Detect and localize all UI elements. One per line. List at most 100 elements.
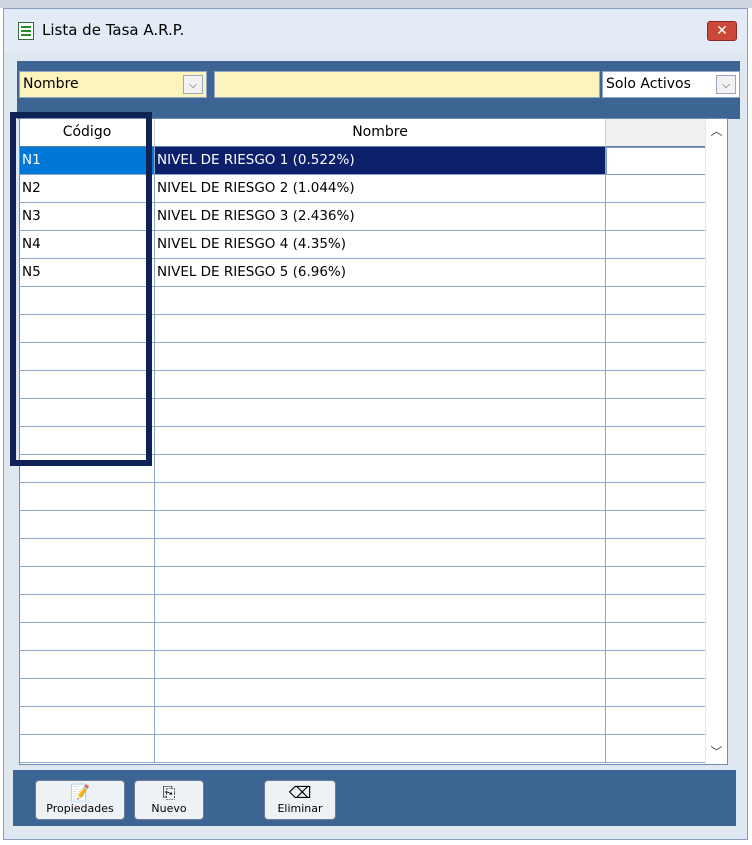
- table-cell-codigo[interactable]: [20, 427, 155, 455]
- table-cell-nombre[interactable]: [155, 455, 606, 483]
- table-cell-extra[interactable]: [606, 259, 706, 287]
- search-input[interactable]: [214, 71, 600, 98]
- new-document-icon: ⎘: [162, 783, 176, 802]
- table-cell-extra[interactable]: [606, 511, 706, 539]
- table-cell-codigo[interactable]: [20, 483, 155, 511]
- table-cell-codigo[interactable]: N3: [20, 203, 155, 231]
- properties-button-label: Propiedades: [46, 802, 114, 815]
- table-cell-extra[interactable]: [606, 203, 706, 231]
- table-cell-extra[interactable]: [606, 343, 706, 371]
- scroll-up-icon[interactable]: ︿: [706, 121, 727, 141]
- table-cell-nombre[interactable]: [155, 427, 606, 455]
- table-cell-codigo[interactable]: [20, 371, 155, 399]
- table-cell-extra[interactable]: [606, 651, 706, 679]
- table-cell-extra[interactable]: [606, 287, 706, 315]
- table-cell-nombre[interactable]: [155, 483, 606, 511]
- table-cell-nombre[interactable]: [155, 399, 606, 427]
- chevron-down-icon[interactable]: ⌵: [716, 75, 736, 94]
- table-cell-codigo[interactable]: [20, 511, 155, 539]
- table-cell-nombre[interactable]: NIVEL DE RIESGO 5 (6.96%): [155, 259, 606, 287]
- title-bar[interactable]: Lista de Tasa A.R.P. ✕: [4, 9, 747, 53]
- table-cell-codigo[interactable]: [20, 539, 155, 567]
- column-codigo: Código N1 N2 N3 N4 N5: [20, 119, 155, 763]
- delete-button-label: Eliminar: [277, 802, 323, 815]
- table-cell-extra[interactable]: [606, 399, 706, 427]
- table-cell-nombre[interactable]: [155, 539, 606, 567]
- table-cell-extra[interactable]: [606, 595, 706, 623]
- table-cell-nombre[interactable]: [155, 343, 606, 371]
- table-cell-extra[interactable]: [606, 567, 706, 595]
- action-bar: 📝 Propiedades ⎘ Nuevo ⌫ Eliminar: [13, 770, 736, 826]
- status-select[interactable]: Solo Activos ⌵: [602, 71, 740, 98]
- table-cell-nombre[interactable]: [155, 595, 606, 623]
- table-cell-nombre[interactable]: [155, 511, 606, 539]
- chevron-down-icon[interactable]: ⌵: [183, 75, 203, 94]
- properties-button[interactable]: 📝 Propiedades: [35, 780, 125, 820]
- table-cell-nombre[interactable]: [155, 735, 606, 763]
- spreadsheet-icon: [18, 22, 34, 40]
- column-header-extra[interactable]: [606, 119, 706, 147]
- field-select[interactable]: Nombre ⌵: [19, 71, 207, 98]
- eraser-icon: ⌫: [288, 783, 312, 802]
- table-cell-extra[interactable]: [606, 483, 706, 511]
- table-cell-codigo[interactable]: [20, 455, 155, 483]
- table-cell-nombre[interactable]: [155, 287, 606, 315]
- column-nombre: Nombre NIVEL DE RIESGO 1 (0.522%) NIVEL D…: [155, 119, 606, 763]
- close-button[interactable]: ✕: [707, 21, 737, 41]
- table-cell-codigo[interactable]: N1: [20, 147, 155, 175]
- table-cell-nombre[interactable]: [155, 707, 606, 735]
- table-cell-codigo[interactable]: N5: [20, 259, 155, 287]
- table-cell-codigo[interactable]: [20, 315, 155, 343]
- table-cell-nombre[interactable]: NIVEL DE RIESGO 3 (2.436%): [155, 203, 606, 231]
- table-cell-nombre[interactable]: [155, 651, 606, 679]
- table-cell-extra[interactable]: [606, 147, 706, 175]
- table-cell-codigo[interactable]: [20, 595, 155, 623]
- table-cell-extra[interactable]: [606, 427, 706, 455]
- table-cell-codigo[interactable]: [20, 679, 155, 707]
- table-cell-codigo[interactable]: N4: [20, 231, 155, 259]
- rates-table: Código N1 N2 N3 N4 N5 Nombre NIVEL DE RIESGO…: [19, 118, 728, 765]
- column-header-codigo[interactable]: Código: [20, 119, 155, 147]
- table-cell-extra[interactable]: [606, 231, 706, 259]
- background-strip: [0, 0, 752, 8]
- table-cell-codigo[interactable]: [20, 735, 155, 763]
- close-icon: ✕: [716, 23, 728, 39]
- table-cell-nombre[interactable]: [155, 567, 606, 595]
- new-button[interactable]: ⎘ Nuevo: [134, 780, 204, 820]
- table-cell-extra[interactable]: [606, 175, 706, 203]
- edit-document-icon: 📝: [70, 783, 90, 802]
- table-cell-extra[interactable]: [606, 707, 706, 735]
- scroll-down-icon[interactable]: ﹀: [706, 742, 727, 762]
- table-cell-nombre[interactable]: [155, 315, 606, 343]
- table-cell-nombre[interactable]: [155, 371, 606, 399]
- table-cell-nombre[interactable]: NIVEL DE RIESGO 2 (1.044%): [155, 175, 606, 203]
- table-cell-nombre[interactable]: [155, 679, 606, 707]
- table-cell-codigo[interactable]: [20, 707, 155, 735]
- table-cell-codigo[interactable]: [20, 343, 155, 371]
- table-cell-extra[interactable]: [606, 455, 706, 483]
- table-cell-codigo[interactable]: [20, 287, 155, 315]
- table-cell-nombre[interactable]: NIVEL DE RIESGO 4 (4.35%): [155, 231, 606, 259]
- table-cell-extra[interactable]: [606, 315, 706, 343]
- table-cell-nombre[interactable]: [155, 623, 606, 651]
- table-cell-extra[interactable]: [606, 623, 706, 651]
- table-cell-codigo[interactable]: [20, 567, 155, 595]
- table-cell-codigo[interactable]: N2: [20, 175, 155, 203]
- column-header-nombre[interactable]: Nombre: [155, 119, 606, 147]
- vertical-scrollbar[interactable]: ︿ ﹀: [705, 119, 727, 764]
- table-cell-extra[interactable]: [606, 539, 706, 567]
- column-extra: [606, 119, 706, 763]
- window-title: Lista de Tasa A.R.P.: [42, 21, 185, 39]
- delete-button[interactable]: ⌫ Eliminar: [264, 780, 336, 820]
- table-cell-extra[interactable]: [606, 371, 706, 399]
- field-select-value: Nombre: [23, 76, 79, 92]
- table-cell-extra[interactable]: [606, 679, 706, 707]
- status-select-value: Solo Activos: [606, 76, 691, 92]
- table-cell-codigo[interactable]: [20, 399, 155, 427]
- new-button-label: Nuevo: [151, 802, 187, 815]
- table-cell-extra[interactable]: [606, 735, 706, 763]
- table-cell-codigo[interactable]: [20, 623, 155, 651]
- filter-bar: Nombre ⌵ Solo Activos ⌵: [17, 61, 740, 119]
- table-cell-nombre[interactable]: NIVEL DE RIESGO 1 (0.522%): [155, 147, 606, 175]
- table-cell-codigo[interactable]: [20, 651, 155, 679]
